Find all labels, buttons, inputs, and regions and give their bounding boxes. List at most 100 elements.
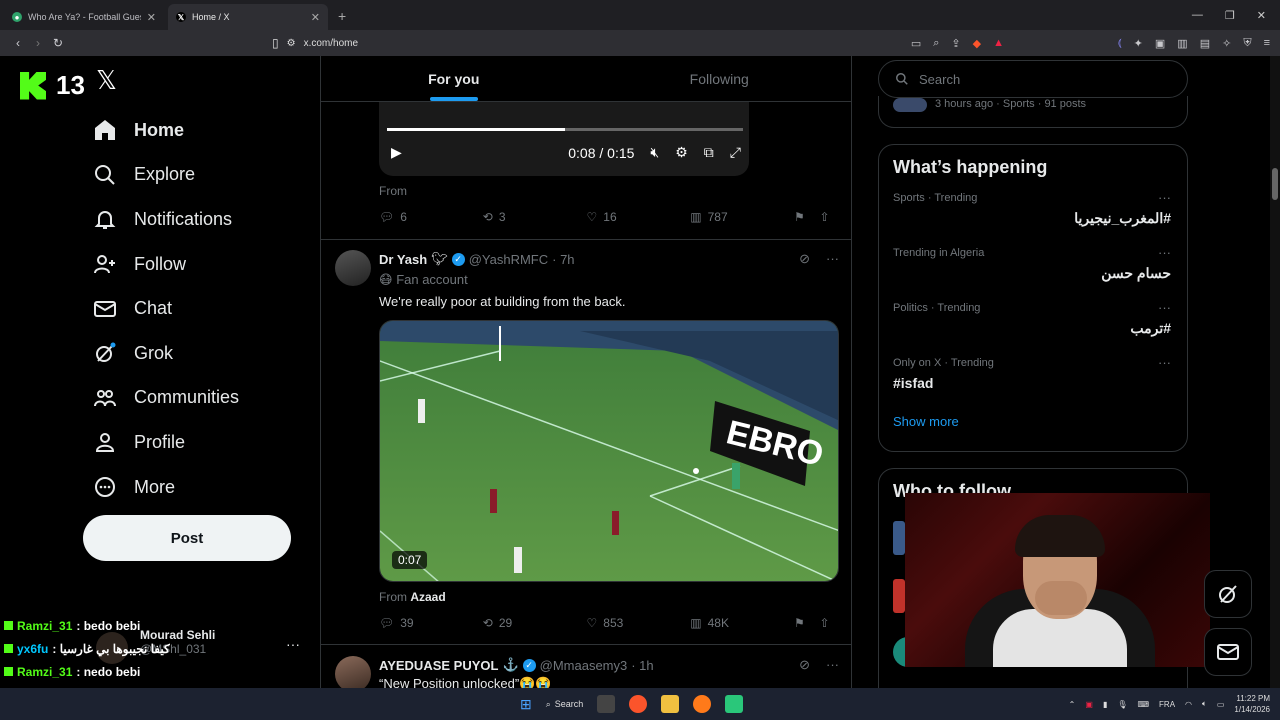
post-menu-icon[interactable]: ···	[826, 251, 839, 267]
views-button[interactable]: ▥ 48K	[690, 616, 794, 630]
trend-item[interactable]: Sports · Trending ··· #المغرب_نيجيريا	[879, 188, 1187, 243]
nav-item-notifications[interactable]: Notifications	[92, 197, 239, 242]
show-more-link[interactable]: Show more	[879, 408, 1187, 435]
play-icon[interactable]: ▶	[391, 144, 402, 161]
post-menu-icon[interactable]: ···	[826, 657, 839, 673]
nav-item-home[interactable]: Home	[92, 108, 239, 153]
author-name[interactable]: AYEDUASE PUYOL	[379, 658, 498, 673]
tab-for-you[interactable]: For you	[321, 56, 587, 101]
nav-item-grok[interactable]: Grok	[92, 331, 239, 376]
brave-shield-icon[interactable]: ◆	[973, 37, 981, 50]
pip-icon[interactable]: ⧉	[704, 144, 714, 161]
menu-icon[interactable]: ≡	[1264, 37, 1270, 50]
messages-fab-button[interactable]	[1204, 628, 1252, 676]
forward-icon[interactable]: ›	[28, 36, 48, 50]
author-handle[interactable]: @Mmaasemy3	[540, 658, 628, 673]
trend-menu-icon[interactable]: ···	[1158, 355, 1171, 370]
battery-icon[interactable]: ▭	[1217, 700, 1225, 709]
nav-item-communities[interactable]: Communities	[92, 376, 239, 421]
brave-browser-icon[interactable]	[629, 695, 648, 713]
brave-rewards-icon[interactable]: ▲	[993, 37, 1004, 50]
tray-chevron-icon[interactable]: ⌃	[1069, 700, 1076, 709]
firefox-icon[interactable]	[693, 695, 712, 713]
close-window-icon[interactable]: ✕	[1257, 9, 1266, 22]
file-explorer-icon[interactable]	[661, 695, 680, 713]
settings-icon[interactable]: ⚙	[675, 144, 688, 161]
scrollbar-thumb[interactable]	[1272, 168, 1278, 200]
video-scrubber[interactable]	[387, 128, 743, 131]
new-tab-icon[interactable]: +	[328, 8, 356, 30]
like-button[interactable]: ♡ 16	[587, 210, 691, 224]
trend-item[interactable]: Politics · Trending ··· #ترمب	[879, 298, 1187, 353]
wifi-icon[interactable]: ◠	[1185, 700, 1192, 709]
tray-keyboard-icon[interactable]: ⌨	[1138, 700, 1150, 709]
repost-button[interactable]: ⟲ 29	[483, 616, 587, 630]
extensions-icon[interactable]: ✦	[1134, 37, 1143, 50]
bookmark-button[interactable]: ⚑	[794, 210, 819, 224]
close-tab-icon[interactable]: ✕	[311, 11, 320, 24]
share-button[interactable]: ⇧	[819, 616, 839, 630]
mute-icon[interactable]: 🔇︎	[650, 144, 659, 161]
post-button[interactable]: Post	[83, 515, 291, 561]
minimize-icon[interactable]: —	[1192, 9, 1203, 21]
windows-start-icon[interactable]: ⊞	[520, 696, 532, 713]
trend-menu-icon[interactable]: ···	[1158, 190, 1171, 205]
avatar[interactable]	[893, 521, 905, 555]
search-input[interactable]: Search	[878, 60, 1188, 98]
grok-icon[interactable]: ⊘	[799, 657, 810, 673]
like-button[interactable]: ♡ 853	[587, 616, 691, 630]
repost-button[interactable]: ⟲ 3	[483, 210, 587, 224]
maximize-icon[interactable]: ❐	[1225, 9, 1235, 22]
post-video-thumbnail[interactable]: EBRO 0:07	[379, 320, 839, 582]
views-button[interactable]: ▥ 787	[690, 210, 794, 224]
tray-app-icon[interactable]: ▣	[1085, 700, 1093, 709]
language-indicator[interactable]: FRA	[1159, 700, 1175, 709]
trend-item[interactable]: Trending in Algeria ··· حسام حسن	[879, 243, 1187, 298]
close-tab-icon[interactable]: ✕	[147, 11, 156, 24]
reply-button[interactable]: 💬︎ 6	[379, 210, 483, 224]
avatar[interactable]	[335, 656, 371, 688]
nav-item-more[interactable]: More	[92, 465, 239, 510]
trend-menu-icon[interactable]: ···	[1158, 300, 1171, 315]
tab-following[interactable]: Following	[587, 56, 852, 101]
trend-item[interactable]: Only on X · Trending ··· #isfad	[879, 353, 1187, 408]
author-handle[interactable]: @YashRMFC	[469, 252, 548, 267]
fullscreen-icon[interactable]: ⤢	[730, 144, 741, 161]
nav-item-chat[interactable]: Chat	[92, 286, 239, 331]
reload-icon[interactable]: ↻	[48, 36, 68, 50]
screen-icon[interactable]: ▭	[911, 37, 921, 50]
share-button[interactable]: ⇧	[819, 210, 839, 224]
zoom-icon[interactable]: ⌕	[933, 37, 939, 50]
address-bar[interactable]: ▯ ⚙ x.com/home	[272, 33, 992, 53]
tray-mic-icon[interactable]: 🎙︎	[1117, 700, 1127, 709]
taskbar-clock[interactable]: 11:22 PM 1/14/2026	[1234, 693, 1270, 715]
taskbar-search[interactable]: ⌕ Search	[546, 699, 584, 710]
nav-item-explore[interactable]: Explore	[92, 153, 239, 198]
page-scrollbar[interactable]	[1270, 56, 1280, 688]
author-name[interactable]: Dr Yash	[379, 252, 427, 267]
sidebar-icon[interactable]: ▥	[1177, 37, 1187, 50]
browser-tab-football[interactable]: ● Who Are Ya? - Football Guesser ✕	[4, 4, 164, 30]
nav-item-profile[interactable]: Profile	[92, 420, 239, 465]
share-icon[interactable]: ⇪	[951, 37, 960, 50]
video-player[interactable]: ▶ 0:08 / 0:15 🔇︎ ⚙ ⧉ ⤢	[379, 102, 749, 176]
tabs-icon[interactable]: ▤	[1200, 37, 1210, 50]
ai-icon[interactable]: ✧	[1222, 37, 1231, 50]
leo-icon[interactable]: ⦅	[1118, 37, 1122, 50]
from-account-link[interactable]: Azaad	[410, 590, 445, 604]
back-icon[interactable]: ‹	[8, 36, 28, 50]
post-time[interactable]: · 1h	[631, 658, 653, 673]
avatar[interactable]	[893, 579, 905, 613]
vpn-icon[interactable]: ⛨	[1243, 37, 1251, 50]
volume-icon[interactable]: 🔈︎	[1202, 699, 1207, 709]
grok-fab-button[interactable]	[1204, 570, 1252, 618]
avatar[interactable]	[335, 250, 371, 286]
reply-button[interactable]: 💬︎ 39	[379, 616, 483, 630]
nav-item-follow[interactable]: Follow	[92, 242, 239, 287]
trend-menu-icon[interactable]: ···	[1158, 245, 1171, 260]
task-view-icon[interactable]	[597, 695, 616, 713]
grok-icon[interactable]: ⊘	[799, 251, 810, 267]
browser-tab-x-home[interactable]: 𝕏 Home / X ✕	[168, 4, 328, 30]
x-logo-icon[interactable]: 𝕏	[96, 66, 117, 96]
bookmark-icon[interactable]: ▯	[272, 36, 279, 50]
